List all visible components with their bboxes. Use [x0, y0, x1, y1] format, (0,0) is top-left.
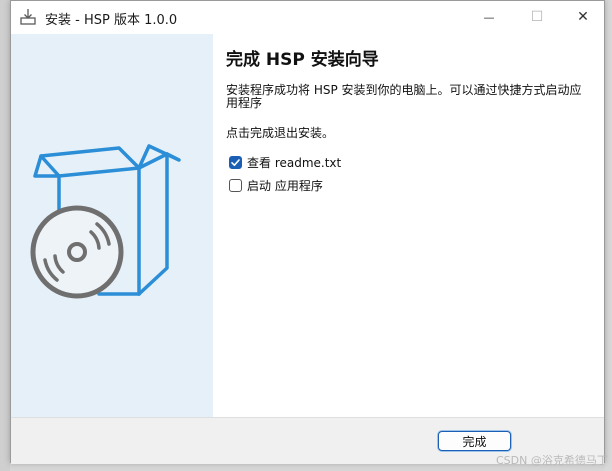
watermark: CSDN @浴克希德马丁 — [496, 454, 608, 467]
exit-instruction: 点击完成退出安装。 — [226, 126, 335, 140]
minimize-button[interactable]: — — [466, 1, 512, 33]
finish-button[interactable]: 完成 — [438, 431, 511, 451]
background-right — [605, 0, 612, 471]
content-area: 完成 HSP 安装向导 安装程序成功将 HSP 安装到你的电脑上。可以通过快捷方… — [213, 34, 604, 417]
checkmark-icon — [231, 159, 240, 166]
description-text: 安装程序成功将 HSP 安装到你的电脑上。可以通过快捷方式启动应用程序 — [226, 83, 582, 110]
installer-icon — [19, 8, 37, 26]
page-title: 完成 HSP 安装向导 — [226, 50, 379, 70]
window-title: 安装 - HSP 版本 1.0.0 — [45, 13, 178, 28]
view-readme-option[interactable]: 查看 readme.txt — [229, 154, 341, 171]
maximize-button[interactable]: ☐ — [514, 1, 560, 33]
maximize-icon: ☐ — [530, 9, 544, 25]
close-icon: ✕ — [577, 9, 589, 25]
launch-app-label: 启动 应用程序 — [247, 179, 323, 193]
close-button[interactable]: ✕ — [560, 1, 606, 33]
title-bar: 安装 - HSP 版本 1.0.0 — ☐ ✕ — [11, 1, 604, 33]
background-left — [0, 0, 10, 471]
view-readme-checkbox[interactable] — [229, 156, 242, 169]
installer-window: 安装 - HSP 版本 1.0.0 — ☐ ✕ 完成 HSP 安装向导 安装程序… — [10, 0, 605, 464]
side-panel — [11, 34, 213, 417]
minimize-icon: — — [483, 10, 495, 24]
box-with-disc-icon — [30, 144, 181, 299]
launch-app-checkbox[interactable] — [229, 179, 242, 192]
view-readme-label: 查看 readme.txt — [247, 156, 342, 170]
launch-app-option[interactable]: 启动 应用程序 — [229, 177, 323, 194]
